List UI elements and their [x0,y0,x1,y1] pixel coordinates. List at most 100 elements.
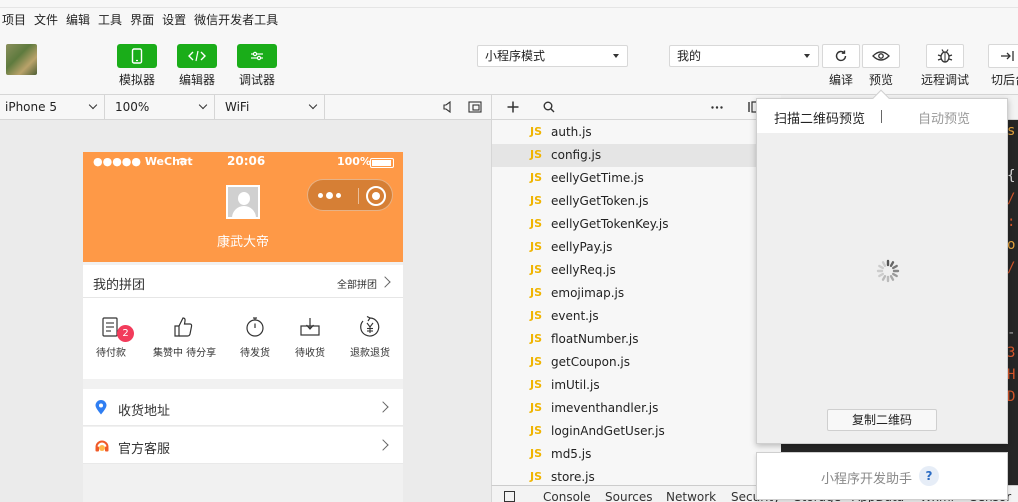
js-file-icon: JS [530,148,543,161]
caret-down-icon [804,54,810,58]
detach-window-icon[interactable] [468,101,482,113]
debugger-toggle-button[interactable] [237,44,277,68]
simulator-toggle-button[interactable] [117,44,157,68]
device-select[interactable]: iPhone 5 [0,95,105,119]
switch-background-label: 切后台 [991,73,1018,87]
js-file-icon: JS [530,125,543,138]
sliders-icon [251,51,263,61]
file-name: emojimap.js [551,286,625,300]
file-item[interactable]: JS loginAndGetUser.js [492,420,782,443]
file-item[interactable]: JS eellyReq.js [492,259,782,282]
file-item[interactable]: JS eellyGetTime.js [492,167,782,190]
dev-assistant-label: 小程序开发助手 [821,472,913,487]
file-name: floatNumber.js [551,332,639,346]
order-refund[interactable]: 退款退货 [340,316,400,359]
address-label: 收货地址 [118,404,171,419]
file-item[interactable]: JS eellyGetTokenKey.js [492,213,782,236]
speaker-icon[interactable] [442,101,454,113]
menu-view[interactable]: 界面 [128,11,157,28]
file-item[interactable]: JS eellyGetToken.js [492,190,782,213]
address-row[interactable]: 收货地址 [83,389,403,426]
copy-qr-code-button[interactable]: 复制二维码 [827,409,937,431]
js-file-icon: JS [530,332,543,345]
file-name: imeventhandler.js [551,401,659,415]
more-horizontal-icon[interactable] [711,106,723,109]
user-avatar[interactable] [6,44,37,75]
js-file-icon: JS [530,470,543,483]
network-select[interactable]: WiFi [215,95,325,119]
file-item[interactable]: JS emojimap.js [492,282,782,305]
js-file-icon: JS [530,286,543,299]
group-more-link[interactable]: 全部拼团 [337,276,377,291]
preview-button[interactable] [862,44,900,68]
file-item[interactable]: JS auth.js [492,121,782,144]
editor-toggle-button[interactable] [177,44,217,68]
tab-sources[interactable]: Sources [605,490,652,502]
stopwatch-icon [246,317,264,337]
compile-button[interactable] [822,44,860,68]
simulator-label: 模拟器 [118,73,155,87]
compile-mode-value: 我的 [677,49,702,63]
tab-scan-qr-preview[interactable]: 扫描二维码预览 [774,108,865,127]
close-target-icon[interactable] [366,186,386,206]
tab-divider [881,110,882,123]
chevron-down-icon [308,100,318,110]
dev-assistant-banner[interactable]: 小程序开发助手 ? [756,452,1008,500]
menu-file[interactable]: 文件 [32,11,61,28]
device-select-value: iPhone 5 [5,100,57,114]
file-item[interactable]: JS event.js [492,305,782,328]
file-item[interactable]: JS getCoupon.js [492,351,782,374]
file-name: config.js [551,148,602,162]
file-item[interactable]: JS floatNumber.js [492,328,782,351]
js-file-icon: JS [530,401,543,414]
file-tree: JS auth.js JS config.js JS eellyGetTime.js JS e… [491,120,782,485]
help-icon[interactable]: ? [919,466,939,486]
tab-network[interactable]: Network [666,490,716,502]
mode-select[interactable]: 小程序模式 [477,45,628,67]
file-item[interactable]: JS config.js [492,144,782,167]
chevron-right-icon [379,276,391,288]
js-file-icon: JS [530,447,543,460]
compile-mode-select[interactable]: 我的 [669,45,819,67]
order-to-ship[interactable]: 待发货 [225,316,285,359]
js-file-icon: JS [530,217,543,230]
file-item[interactable]: JS imeventhandler.js [492,397,782,420]
tab-console[interactable]: Console [543,490,591,502]
menu-edit[interactable]: 编辑 [64,11,93,28]
simulator-viewport: ●●●●● WeChat 20:06 100% 康武大帝 我的拼团 全部拼团 待 [0,120,491,502]
main-toolbar: 模拟器 编辑器 调试器 小程序模式 我的 编译 预览 远程调试 切后台 [0,30,1018,95]
zoom-select[interactable]: 100% [105,95,215,119]
order-count-badge: 2 [117,325,134,342]
file-name: imUtil.js [551,378,600,392]
menu-tools[interactable]: 工具 [96,11,125,28]
more-dots-icon[interactable] [318,192,341,199]
tab-auto-preview[interactable]: 自动预览 [918,108,970,127]
plus-icon[interactable] [507,101,519,113]
js-file-icon: JS [530,424,543,437]
file-item[interactable]: JS md5.js [492,443,782,466]
file-name: md5.js [551,447,592,461]
network-select-value: WiFi [225,100,250,114]
file-item[interactable]: JS imUtil.js [492,374,782,397]
switch-background-button[interactable] [988,44,1018,68]
order-to-receive[interactable]: 待收货 [280,316,340,359]
inspect-element-icon[interactable] [504,491,515,502]
phone-icon [131,48,143,64]
search-icon[interactable] [543,101,555,113]
file-name: eellyGetTokenKey.js [551,217,669,231]
customer-service-row[interactable]: 官方客服 [83,427,403,464]
miniprogram-capsule[interactable] [307,179,393,211]
menu-bar: 项目 文件 编辑 工具 界面 设置 微信开发者工具 [0,8,1018,30]
menu-settings[interactable]: 设置 [160,11,189,28]
order-collecting-likes[interactable]: 集赞中 待分享 [153,316,216,359]
profile-avatar[interactable] [226,185,260,219]
file-item[interactable]: JS eellyPay.js [492,236,782,259]
my-group-row[interactable]: 我的拼团 全部拼团 [83,265,403,298]
menu-devtools[interactable]: 微信开发者工具 [192,11,281,28]
js-file-icon: JS [530,263,543,276]
editor-label: 编辑器 [178,73,215,87]
order-pending-payment[interactable]: 待付款 2 [83,316,141,359]
eye-icon [872,51,890,61]
remote-debug-button[interactable] [926,44,964,68]
menu-project[interactable]: 项目 [0,11,29,28]
